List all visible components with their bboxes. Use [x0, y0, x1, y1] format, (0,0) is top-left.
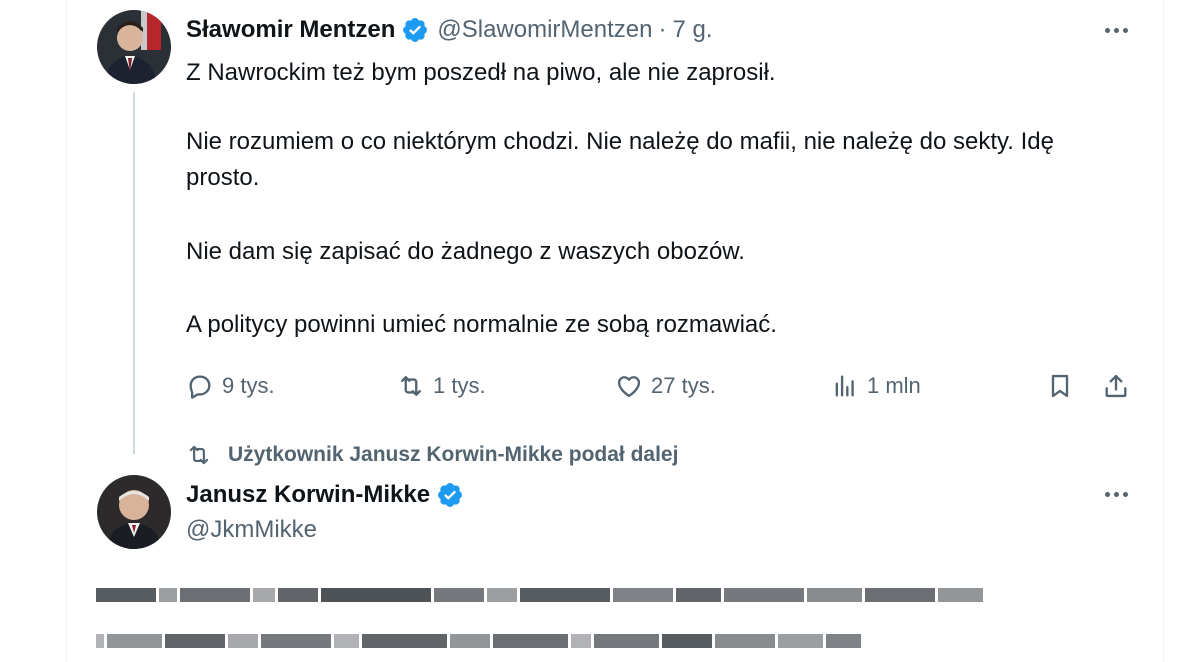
tweet-author-row: Janusz Korwin-Mikke — [186, 478, 464, 512]
dot-separator: · — [658, 16, 667, 43]
tweet-action-bar: 9 tys. 1 tys. 27 tys. 1 mln — [186, 366, 1146, 406]
tweet-text-paragraph: Z Nawrockim też bym poszedł na piwo, ale… — [186, 59, 776, 86]
verified-badge-icon[interactable] — [401, 16, 429, 44]
bookmark-button[interactable] — [1046, 366, 1074, 406]
retweet-icon — [189, 445, 209, 465]
retweet-context[interactable]: Użytkownik Janusz Korwin-Mikke podał dal… — [186, 440, 678, 470]
heart-icon — [617, 376, 641, 398]
reply-button[interactable]: 9 tys. — [186, 366, 275, 406]
author-handle[interactable]: @SlawomirMentzen — [437, 16, 652, 44]
author-handle[interactable]: @JkmMikke — [186, 516, 317, 544]
tweet-text-paragraph: Nie dam się zapisać do żadnego z waszych… — [186, 238, 745, 265]
like-count: 27 tys. — [651, 373, 716, 398]
column-border-left — [66, 0, 67, 662]
views-count: 1 mln — [867, 373, 921, 398]
share-icon — [1105, 374, 1127, 398]
obscured-text-line — [96, 580, 983, 610]
tweet-timestamp[interactable]: 7 g. — [672, 16, 712, 44]
verified-badge-icon[interactable] — [436, 481, 464, 509]
tweet-author-row: Sławomir Mentzen @SlawomirMentzen · 7 g. — [186, 13, 713, 47]
author-display-name[interactable]: Janusz Korwin-Mikke — [186, 481, 430, 509]
thread-connector-line — [133, 92, 135, 454]
avatar[interactable] — [97, 10, 171, 84]
reply-count: 9 tys. — [222, 373, 275, 398]
column-border-right — [1163, 0, 1164, 662]
avatar-photo-icon — [97, 475, 171, 549]
tweet-text-paragraph: A politycy powinni umieć normalnie ze so… — [186, 311, 777, 338]
share-button[interactable] — [1102, 366, 1130, 406]
more-options-icon[interactable] — [1096, 482, 1136, 506]
obscured-text-line — [96, 626, 861, 656]
like-button[interactable]: 27 tys. — [615, 366, 716, 406]
retweet-button[interactable]: 1 tys. — [397, 366, 486, 406]
avatar-photo-icon — [97, 10, 171, 84]
views-button[interactable]: 1 mln — [831, 366, 921, 406]
retweet-context-label: Użytkownik Janusz Korwin-Mikke podał dal… — [228, 443, 679, 466]
avatar[interactable] — [97, 475, 171, 549]
analytics-icon — [835, 375, 854, 397]
retweet-count: 1 tys. — [433, 373, 486, 398]
retweet-icon — [401, 376, 421, 396]
reply-icon — [189, 375, 211, 399]
bookmark-icon — [1051, 374, 1069, 398]
tweet-text-paragraph: Nie rozumiem o co niektórym chodzi. Nie … — [186, 128, 1054, 191]
author-display-name[interactable]: Sławomir Mentzen — [186, 16, 395, 44]
more-options-icon[interactable] — [1096, 18, 1136, 42]
